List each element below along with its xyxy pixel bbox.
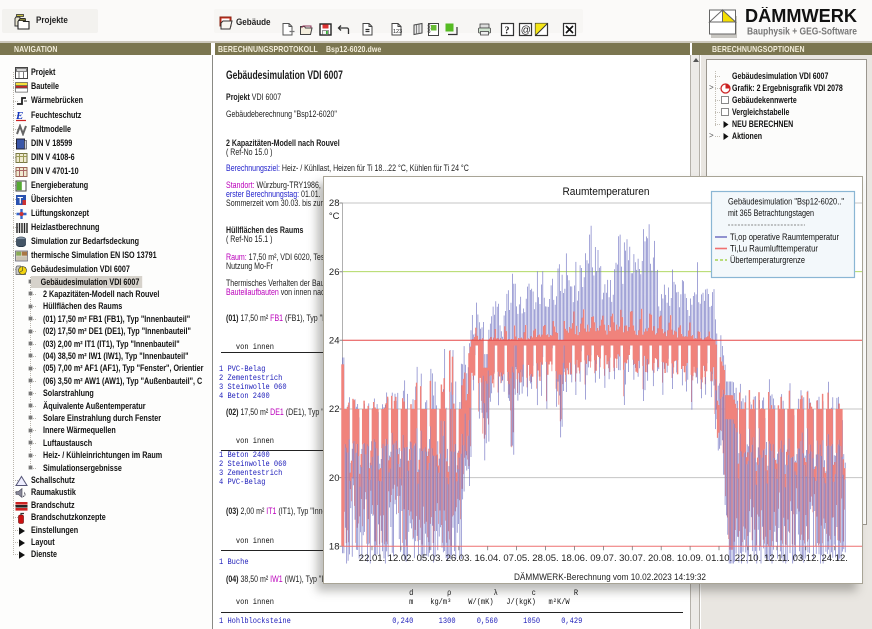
svg-text:Ti,op operative Raumtemperatur: Ti,op operative Raumtemperatur — [730, 232, 839, 242]
svg-text:28.05.: 28.05. — [532, 553, 558, 564]
svg-text:12.11.: 12.11. — [764, 553, 790, 564]
svg-text:°C: °C — [329, 211, 340, 222]
svg-text:18.06.: 18.06. — [561, 553, 587, 564]
svg-text:?: ? — [505, 26, 510, 37]
svg-text:16.04.: 16.04. — [474, 553, 500, 564]
svg-text:03.12.: 03.12. — [793, 553, 819, 564]
svg-text:01.10.: 01.10. — [706, 553, 732, 564]
svg-text:22.10.: 22.10. — [735, 553, 761, 564]
svg-text:22: 22 — [329, 404, 340, 415]
svg-text:05.03.: 05.03. — [417, 553, 443, 564]
svg-text:DÄMMWERK: DÄMMWERK — [745, 7, 857, 26]
svg-text:12.02.: 12.02. — [388, 553, 414, 564]
svg-text:24.12.: 24.12. — [821, 553, 847, 564]
svg-text:20: 20 — [329, 473, 340, 484]
svg-text:30.07.: 30.07. — [619, 553, 645, 564]
svg-text:10.09.: 10.09. — [677, 553, 703, 564]
svg-text:Raumtemperaturen: Raumtemperaturen — [563, 186, 650, 198]
svg-text:123: 123 — [393, 29, 402, 35]
svg-text:DÄMMWERK-Berechnung vom 10.02.: DÄMMWERK-Berechnung vom 10.02.2023 14:19… — [514, 572, 706, 583]
svg-text:@: @ — [521, 25, 531, 36]
svg-text:mit 365 Betrachtungstagen: mit 365 Betrachtungstagen — [728, 208, 814, 218]
svg-text:07.05.: 07.05. — [503, 553, 529, 564]
svg-text:26.03.: 26.03. — [446, 553, 472, 564]
svg-text:Ti,Lu Raumlufttemperatur: Ti,Lu Raumlufttemperatur — [730, 244, 818, 254]
svg-text:28: 28 — [329, 198, 340, 209]
svg-text:22.01.: 22.01. — [359, 553, 385, 564]
svg-text:18: 18 — [329, 542, 340, 553]
svg-text:09.07.: 09.07. — [590, 553, 616, 564]
svg-text:Gebäudesimulation "Bsp12-6020.: Gebäudesimulation "Bsp12-6020.." — [728, 197, 844, 207]
svg-text:20.08.: 20.08. — [648, 553, 674, 564]
svg-text:26: 26 — [329, 267, 340, 278]
svg-text:Bauphysik + GEG-Software: Bauphysik + GEG-Software — [747, 27, 857, 38]
svg-text:24: 24 — [329, 336, 340, 347]
svg-text:Übertemperaturgrenze: Übertemperaturgrenze — [730, 255, 805, 265]
